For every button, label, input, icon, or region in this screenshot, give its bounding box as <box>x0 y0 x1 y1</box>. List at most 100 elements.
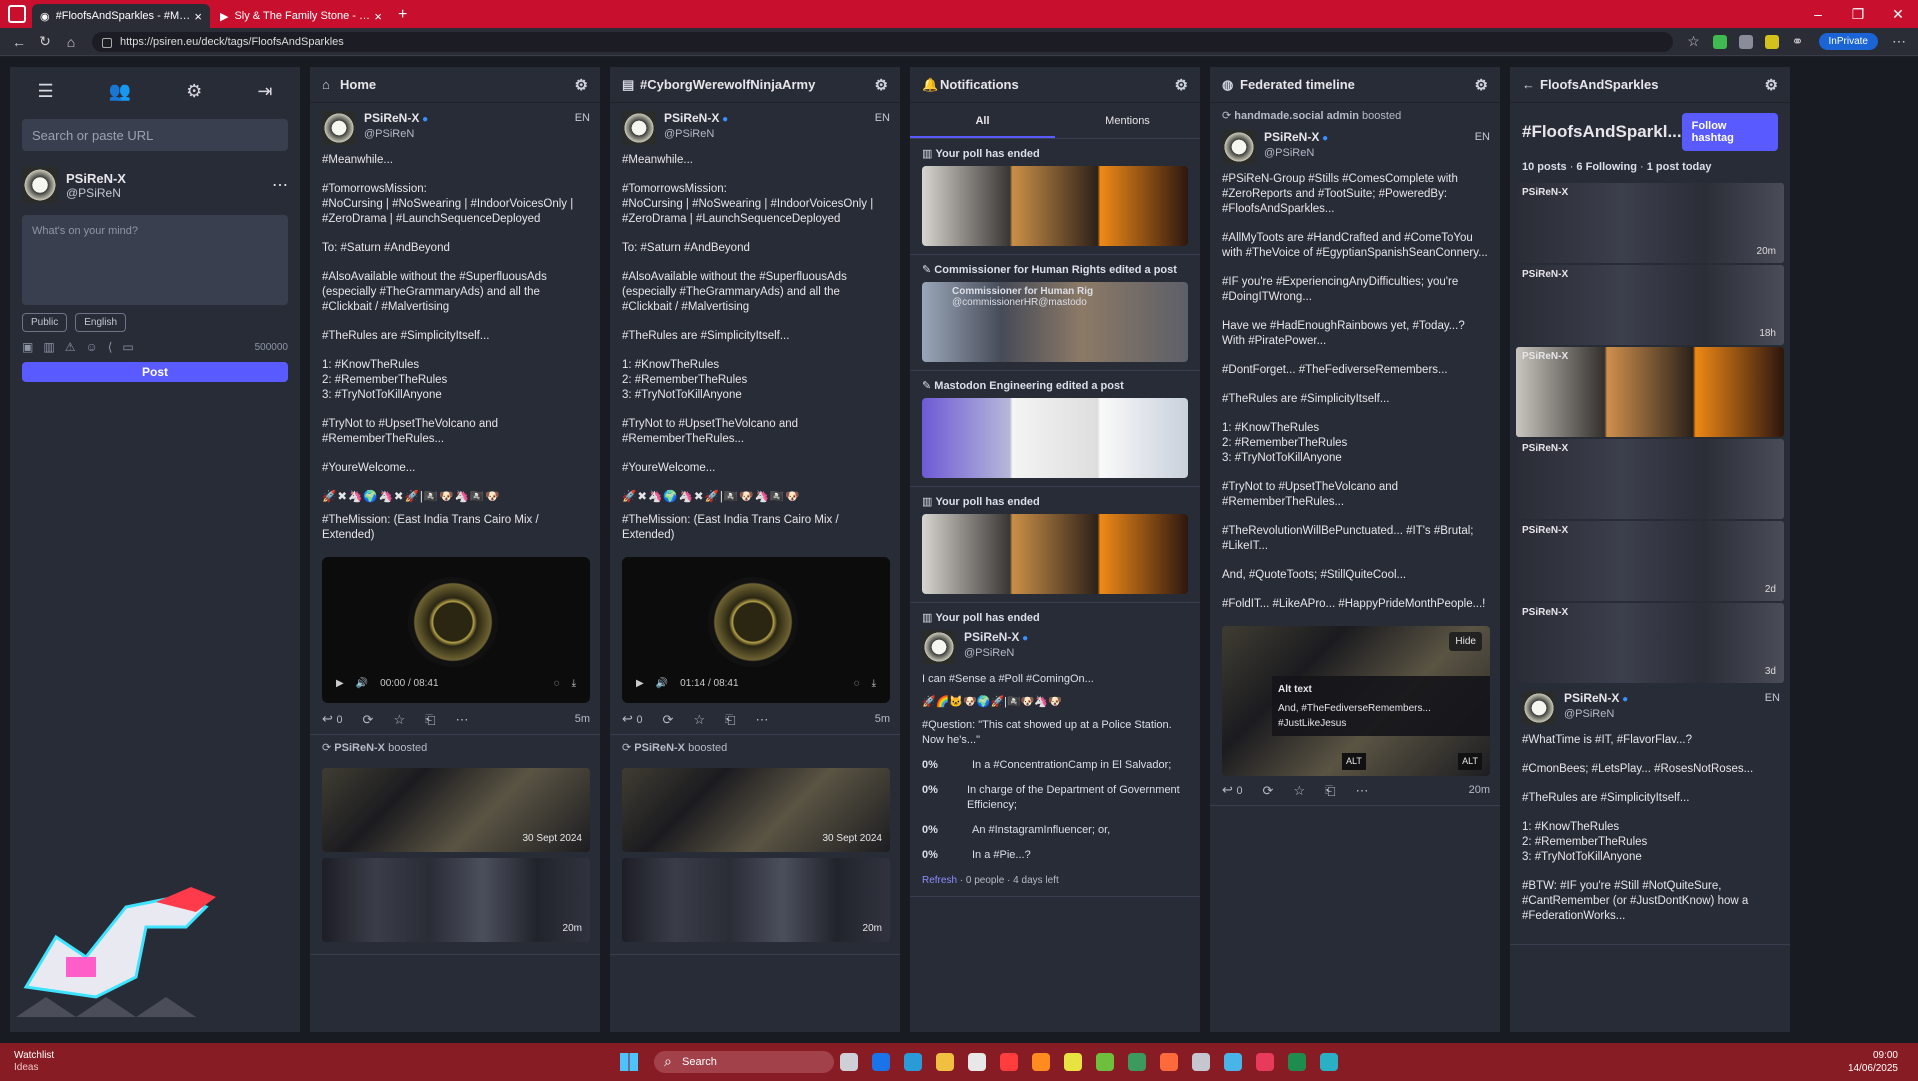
system-clock[interactable]: 09:00 14/06/2025 <box>1848 1049 1898 1075</box>
favourite-icon[interactable]: ☆ <box>393 712 405 727</box>
boost-icon[interactable]: ⟳ <box>663 712 674 727</box>
column-header[interactable]: ▤ #CyborgWerewolfNinjaArmy ⚙ <box>610 67 900 103</box>
app-icon[interactable] <box>1192 1053 1210 1071</box>
favourite-icon[interactable]: ☆ <box>693 712 705 727</box>
file-explorer-icon[interactable] <box>936 1053 954 1071</box>
more-options-icon[interactable]: ⋯ <box>272 175 288 195</box>
play-icon[interactable]: ▶ <box>336 676 344 691</box>
download-icon[interactable]: ⤓ <box>872 676 876 691</box>
inprivate-badge[interactable]: InPrivate <box>1818 33 1878 50</box>
volume-icon[interactable]: 🔊 <box>356 676 368 691</box>
author-name[interactable]: PSiReN-X <box>964 630 1028 646</box>
app-icon[interactable] <box>1320 1053 1338 1071</box>
close-icon[interactable]: × <box>374 9 382 24</box>
tab-mentions[interactable]: Mentions <box>1055 103 1200 138</box>
hide-media-icon[interactable]: ◌ <box>854 676 860 691</box>
column-settings-icon[interactable]: ⚙ <box>1765 76 1778 94</box>
column-settings-icon[interactable]: ⚙ <box>1175 76 1188 94</box>
poll-icon[interactable]: ▥ <box>43 340 54 354</box>
bookmark-icon[interactable]: ⎗ <box>425 712 435 727</box>
column-settings-icon[interactable]: ⚙ <box>875 76 888 94</box>
stocks-icon[interactable] <box>1128 1053 1146 1071</box>
maximize-button[interactable]: ❐ <box>1838 0 1878 28</box>
app-icon[interactable] <box>1256 1053 1274 1071</box>
menu-icon[interactable]: ☰ <box>38 81 54 102</box>
home-button[interactable]: ⌂ <box>58 34 84 50</box>
taskbar-search[interactable]: Search <box>654 1050 834 1073</box>
status-post[interactable]: 30 Sept 2024 20m <box>310 754 600 955</box>
notification-edit[interactable]: ✎ Commissioner for Human Rights edited a… <box>910 255 1200 371</box>
language-button[interactable]: English <box>75 313 127 332</box>
status-post[interactable]: PSiReN-X 18h <box>1516 265 1784 345</box>
app-icon[interactable] <box>1000 1053 1018 1071</box>
bookmark-icon[interactable]: ⎗ <box>725 712 735 727</box>
minimize-button[interactable]: – <box>1798 0 1838 28</box>
alt-badge[interactable]: ALT <box>1458 753 1482 770</box>
column-header[interactable]: ⌂ Home ⚙ <box>310 67 600 103</box>
share-icon[interactable]: ⟨ <box>108 340 113 354</box>
status-post[interactable]: PSiReN-X @PSiReN EN #Meanwhile... #Tomor… <box>610 103 900 735</box>
media-collage[interactable]: 30 Sept 2024 <box>322 768 590 852</box>
extension-icon[interactable] <box>1738 34 1753 49</box>
extension-icon[interactable] <box>1712 34 1727 49</box>
search-input[interactable]: Search or paste URL <box>22 119 288 151</box>
column-header[interactable]: 🔔 Notifications ⚙ <box>910 67 1200 103</box>
column-settings-icon[interactable]: ⚙ <box>1475 76 1488 94</box>
bookmark-icon[interactable]: ⎗ <box>1325 783 1335 798</box>
status-post[interactable]: PSiReN-X 3d <box>1516 603 1784 683</box>
status-post[interactable]: PSiReN-X @PSiReN EN #PSiReN-Group #Still… <box>1210 122 1500 806</box>
media-collage[interactable]: 20m <box>322 858 590 942</box>
app-icon[interactable] <box>1224 1053 1242 1071</box>
current-account[interactable]: PSiReN-X @PSiReN ⋯ <box>10 155 300 215</box>
new-tab-button[interactable]: + <box>398 6 407 24</box>
url-input[interactable]: https://psiren.eu/deck/tags/FloofsAndSpa… <box>92 31 1673 52</box>
emoji-icon[interactable]: ☺ <box>85 340 97 354</box>
app-icon[interactable] <box>1064 1053 1082 1071</box>
edited-post-media[interactable] <box>922 398 1188 478</box>
media-collage[interactable]: Hide Alt text And, #TheFediverseRemember… <box>1222 626 1490 776</box>
warning-icon[interactable]: ⚠ <box>65 340 76 354</box>
refresh-button[interactable]: ↻ <box>32 33 58 50</box>
avatar[interactable] <box>622 111 656 145</box>
author-name[interactable]: PSiReN-X <box>1264 130 1328 146</box>
status-post[interactable]: PSiReN-X 20m <box>1516 183 1784 263</box>
poll-post[interactable]: PSiReN-X @PSiReN I can #Sense a #Poll #C… <box>922 630 1188 888</box>
more-icon[interactable]: ⋯ <box>1356 783 1369 798</box>
author-name[interactable]: PSiReN-X <box>664 111 728 127</box>
tab-all[interactable]: All <box>910 103 1055 138</box>
video-player[interactable]: ▶ 🔊 00:00 / 08:41 ◌ ⤓ <box>322 557 590 703</box>
hide-media-button[interactable]: Hide <box>1449 632 1482 651</box>
close-icon[interactable]: × <box>194 9 202 24</box>
status-post[interactable]: PSiReN-X @PSiReN EN #Meanwhile... #Tomor… <box>310 103 600 735</box>
more-icon[interactable]: ⋯ <box>456 712 469 727</box>
boost-icon[interactable]: ⟳ <box>1263 783 1274 798</box>
quote-icon[interactable]: ▭ <box>122 340 133 354</box>
post-button[interactable]: Post <box>22 362 288 382</box>
download-icon[interactable]: ⤓ <box>572 676 576 691</box>
widgets-button[interactable]: Watchlist Ideas <box>14 1050 54 1074</box>
favorite-star-icon[interactable]: ☆ <box>1681 33 1707 50</box>
play-icon[interactable]: ▶ <box>636 676 644 691</box>
notification-poll-ended[interactable]: ▥ Your poll has ended <box>910 487 1200 603</box>
column-header[interactable]: ◍ Federated timeline ⚙ <box>1210 67 1500 103</box>
avatar[interactable] <box>322 111 356 145</box>
back-button[interactable]: ← <box>6 34 32 50</box>
avatar[interactable] <box>922 630 956 664</box>
poll-refresh-link[interactable]: Refresh <box>922 875 957 886</box>
app-icon[interactable] <box>1032 1053 1050 1071</box>
browser-tab-music[interactable]: ▶ Sly & The Family Stone - Dance T... × <box>212 4 390 28</box>
boost-icon[interactable]: ⟳ <box>363 712 374 727</box>
close-window-button[interactable]: ✕ <box>1878 0 1918 28</box>
browser-tab-mastodon[interactable]: ◉ #FloofsAndSparkles - #Mastodon × <box>32 4 210 28</box>
notification-poll-ended[interactable]: ▥ Your poll has ended <box>910 139 1200 255</box>
follow-requests-icon[interactable]: 👥 <box>109 81 131 102</box>
notification-edit[interactable]: ✎ Mastodon Engineering edited a post <box>910 371 1200 487</box>
media-icon[interactable]: ▣ <box>22 340 33 354</box>
status-post[interactable]: PSiReN-X @PSiReN EN #WhatTime is #IT, #F… <box>1510 683 1790 945</box>
xbox-icon[interactable] <box>1096 1053 1114 1071</box>
status-post[interactable]: PSiReN-X <box>1516 439 1784 519</box>
back-arrow-icon[interactable]: ← <box>1522 77 1540 92</box>
outlook-icon[interactable] <box>872 1053 890 1071</box>
poll-post-media[interactable] <box>922 514 1188 594</box>
collections-icon[interactable]: ⚭ <box>1785 33 1811 50</box>
